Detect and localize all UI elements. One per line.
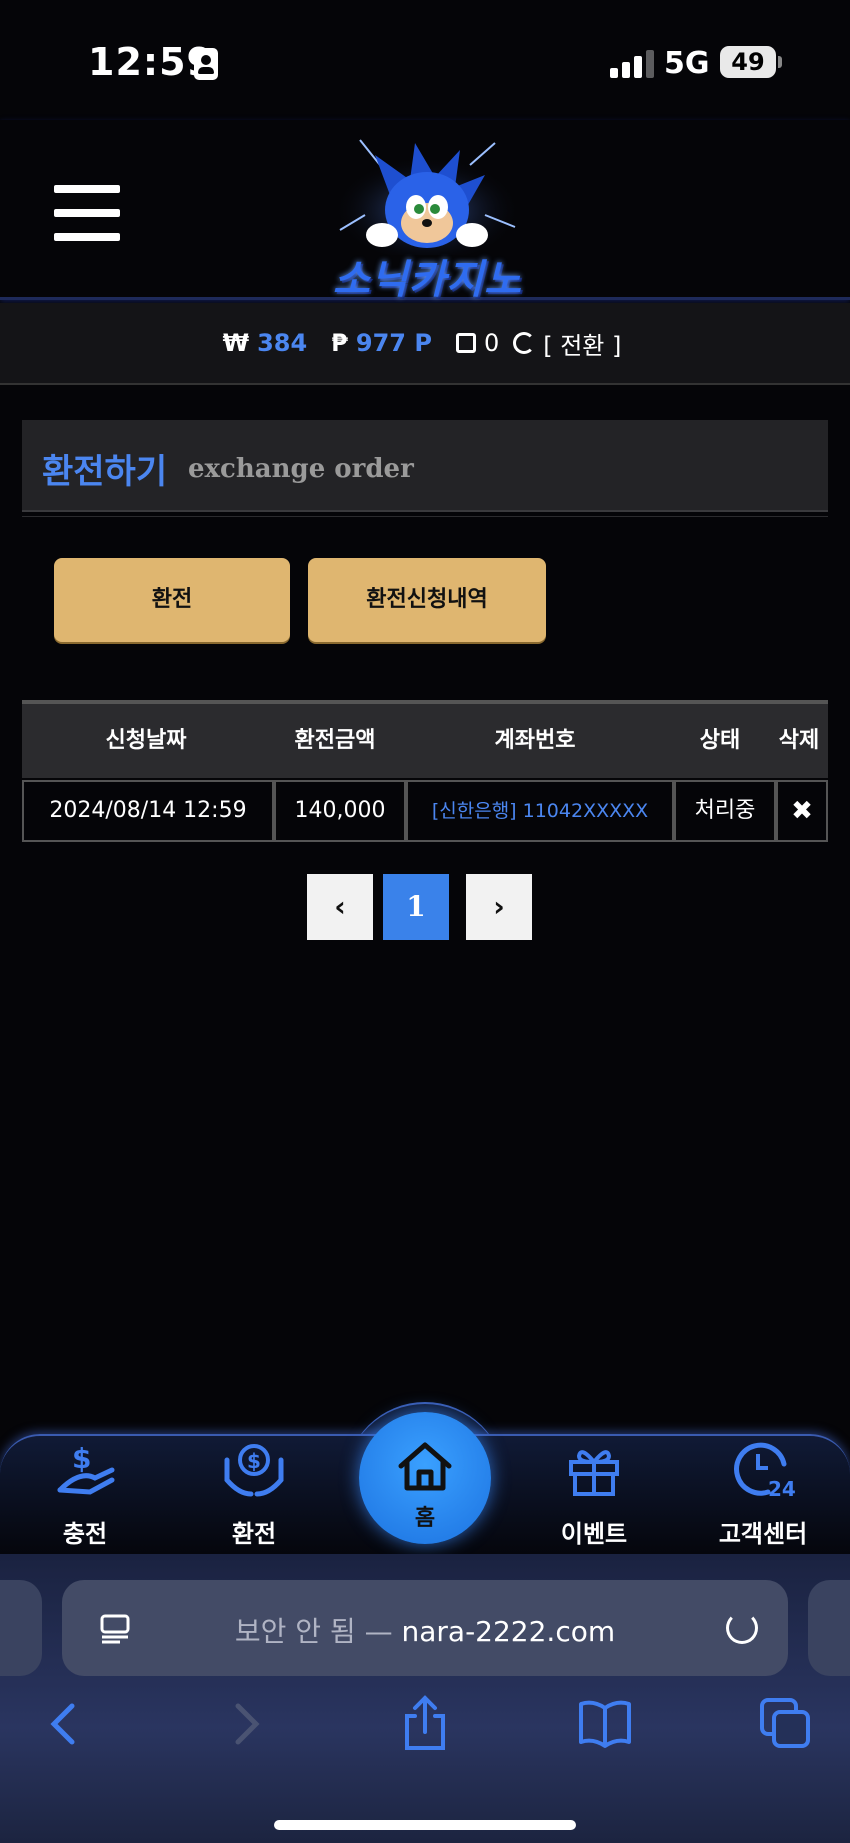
nav-item-home[interactable]: 홈 bbox=[359, 1412, 491, 1544]
forward-icon[interactable] bbox=[216, 1694, 276, 1754]
hand-coin-icon: $ bbox=[57, 1442, 115, 1495]
network-label: 5G bbox=[664, 46, 710, 81]
table-row: 2024/08/14 12:59 140,000 [신한은행] 11042XXX… bbox=[22, 780, 828, 842]
address-bar[interactable]: 보안 안 됨 — nara-2222.com bbox=[62, 1580, 788, 1676]
refresh-icon[interactable] bbox=[513, 332, 536, 354]
site-header: 소닉카지노 bbox=[0, 120, 850, 303]
url-domain: nara-2222.com bbox=[401, 1615, 616, 1648]
chip-icon bbox=[455, 333, 476, 353]
point-icon: ₱ bbox=[331, 329, 348, 357]
table-header: 신청날짜 환전금액 계좌번호 상태 삭제 bbox=[22, 704, 828, 778]
site-logo[interactable]: 소닉카지노 bbox=[320, 135, 535, 303]
header-account: 계좌번호 bbox=[494, 728, 576, 753]
next-page-button[interactable]: › bbox=[466, 874, 532, 940]
point-balance: 977 P bbox=[355, 329, 432, 357]
contact-card-icon bbox=[194, 48, 218, 80]
nav-label-home: 홈 bbox=[414, 1506, 436, 1531]
nav-label-charge: 충전 bbox=[62, 1520, 108, 1548]
convert-button[interactable]: [ 전환 ] bbox=[543, 326, 621, 361]
prev-page-button[interactable]: ‹ bbox=[307, 874, 373, 940]
cell-account: [신한은행] 11042XXXXX bbox=[406, 780, 674, 842]
nav-label-exchange: 환전 bbox=[231, 1520, 277, 1548]
tabs-icon[interactable] bbox=[756, 1694, 816, 1754]
next-tab-preview[interactable] bbox=[808, 1580, 850, 1676]
exchange-history-button[interactable]: 환전신청내역 bbox=[308, 558, 546, 642]
menu-icon[interactable] bbox=[54, 185, 120, 241]
signal-icon bbox=[610, 50, 656, 78]
home-icon bbox=[398, 1442, 452, 1491]
svg-text:$: $ bbox=[247, 1449, 261, 1473]
exchange-table: 신청날짜 환전금액 계좌번호 상태 삭제 2024/08/14 12:59 14… bbox=[22, 700, 828, 842]
back-icon[interactable] bbox=[34, 1694, 94, 1754]
cell-amount: 140,000 bbox=[274, 780, 406, 842]
page-title-box: 환전하기 exchange order bbox=[22, 420, 828, 512]
status-bar: 12:59 5G 49 bbox=[0, 0, 850, 120]
hands-dollar-icon: $ bbox=[224, 1444, 284, 1497]
nav-label-support: 고객센터 bbox=[718, 1520, 808, 1548]
bookmarks-icon[interactable] bbox=[575, 1694, 635, 1754]
url-security-label: 보안 안 됨 — bbox=[234, 1615, 402, 1648]
header-amount: 환전금액 bbox=[294, 728, 376, 753]
header-delete: 삭제 bbox=[778, 728, 820, 753]
battery-tip bbox=[778, 56, 782, 68]
exchange-button[interactable]: 환전 bbox=[54, 558, 290, 642]
header-date: 신청날짜 bbox=[105, 728, 187, 753]
reload-icon[interactable] bbox=[726, 1612, 758, 1644]
header-status: 상태 bbox=[699, 728, 741, 753]
support-24-icon: 24 bbox=[734, 1442, 796, 1498]
nav-item-event[interactable]: 이벤트 bbox=[529, 1440, 659, 1549]
nav-item-support[interactable]: 24 고객센터 bbox=[698, 1440, 828, 1549]
svg-text:24: 24 bbox=[768, 1477, 796, 1498]
nav-item-charge[interactable]: $ 충전 bbox=[20, 1440, 150, 1549]
cell-date: 2024/08/14 12:59 bbox=[22, 780, 274, 842]
page-title: 환전하기 bbox=[42, 452, 168, 492]
page-subtitle: exchange order bbox=[188, 454, 414, 484]
chip-balance: 0 bbox=[483, 329, 500, 357]
sonic-mascot-icon bbox=[332, 139, 522, 260]
prev-tab-preview[interactable] bbox=[0, 1580, 42, 1676]
share-icon[interactable] bbox=[395, 1694, 455, 1754]
page-number-button[interactable]: 1 bbox=[383, 874, 449, 940]
battery-icon: 49 bbox=[720, 46, 776, 78]
won-icon: ₩ bbox=[222, 329, 250, 357]
browser-toolbar: 보안 안 됨 — nara-2222.com bbox=[0, 1554, 850, 1843]
divider bbox=[22, 516, 828, 517]
nav-label-event: 이벤트 bbox=[560, 1520, 628, 1548]
home-indicator bbox=[274, 1820, 576, 1830]
url-text: 보안 안 됨 — nara-2222.com bbox=[62, 1610, 788, 1650]
nav-item-exchange[interactable]: $ 환전 bbox=[189, 1440, 319, 1549]
delete-icon[interactable]: ✖ bbox=[776, 780, 828, 842]
svg-text:$: $ bbox=[72, 1442, 91, 1475]
cell-status: 처리중 bbox=[674, 780, 776, 842]
won-balance: 384 bbox=[257, 329, 308, 357]
balance-bar: ₩ 384 ₱ 977 P 0 [ 전환 ] bbox=[0, 303, 850, 385]
gift-icon bbox=[569, 1450, 619, 1496]
logo-text: 소닉카지노 bbox=[333, 257, 522, 303]
